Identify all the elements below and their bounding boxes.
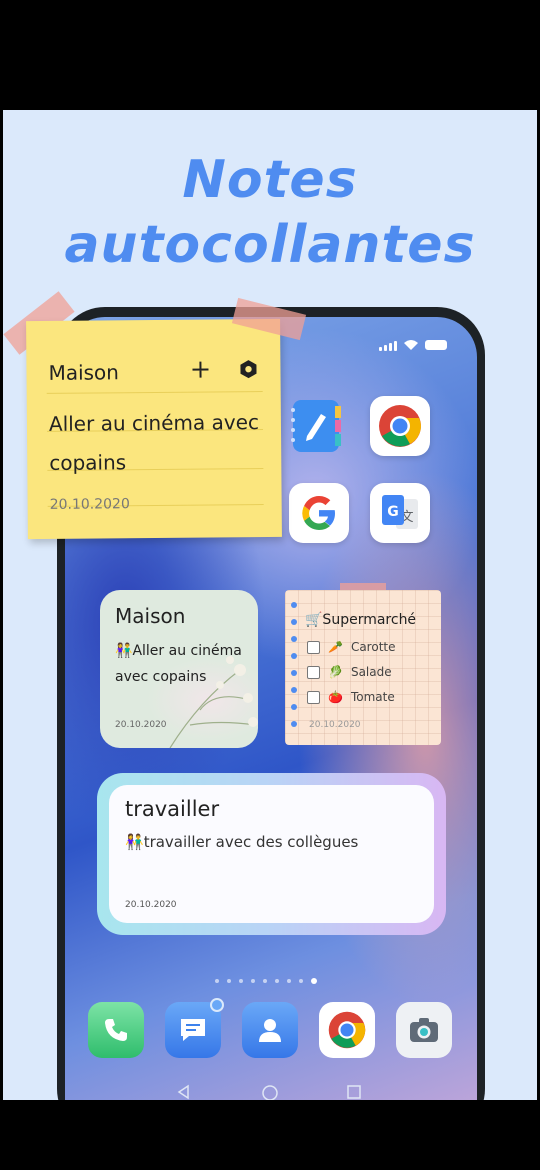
- bottom-bar: [0, 1100, 540, 1170]
- plus-icon[interactable]: [190, 360, 210, 380]
- chrome-icon[interactable]: [370, 396, 430, 456]
- widget-shopping-list[interactable]: 🛒Supermarché 🥕 Carotte 🥬 Salade 🍅 Tomate 20…: [285, 590, 441, 745]
- sticky-body: Aller au cinéma avec copains: [48, 410, 260, 475]
- checkbox[interactable]: [307, 640, 320, 654]
- wifi-icon: [404, 340, 418, 350]
- list-date: 20.10.2020: [309, 720, 361, 730]
- binder-holes: [291, 602, 297, 727]
- notification-badge: [210, 998, 224, 1012]
- widget-travailler-card: travailler 👫travailler avec des collègue…: [109, 785, 434, 923]
- screenshot: Notes autocollantes 文 G Maison Aller au …: [0, 0, 540, 1170]
- back-icon[interactable]: [176, 1084, 192, 1100]
- sticky-date: 20.10.2020: [49, 496, 130, 513]
- sticky-note[interactable]: Maison Aller au cinéma avec copains 20.1…: [26, 318, 282, 540]
- headline-line2: autocollantes: [64, 215, 476, 275]
- phone-icon[interactable]: [88, 1002, 144, 1058]
- contacts-icon[interactable]: [242, 1002, 298, 1058]
- recents-icon[interactable]: [346, 1084, 362, 1100]
- checkbox[interactable]: [307, 665, 320, 679]
- status-bar: [379, 339, 447, 351]
- widget-travailler[interactable]: travailler 👫travailler avec des collègue…: [97, 773, 446, 935]
- list-item[interactable]: 🥬 Salade: [307, 665, 392, 679]
- widget-maison-title: Maison: [115, 604, 186, 628]
- google-icon[interactable]: [289, 483, 349, 543]
- widget-maison[interactable]: Maison 👫Aller au cinéma avec copains 20.…: [100, 590, 258, 748]
- svg-text:G: G: [387, 504, 399, 520]
- checkbox[interactable]: [307, 690, 320, 704]
- widget-maison-body: 👫Aller au cinéma avec copains: [115, 643, 242, 685]
- battery-icon: [425, 340, 447, 350]
- settings-icon[interactable]: [238, 359, 258, 379]
- camera-icon[interactable]: [396, 1002, 452, 1058]
- list-item[interactable]: 🍅 Tomate: [307, 690, 395, 704]
- notes-app-icon[interactable]: [287, 396, 347, 456]
- widget-travailler-date: 20.10.2020: [125, 900, 177, 910]
- google-translate-icon[interactable]: 文 G: [370, 483, 430, 543]
- sticky-title: Maison: [48, 360, 120, 385]
- widget-maison-date: 20.10.2020: [115, 720, 167, 730]
- list-item[interactable]: 🥕 Carotte: [307, 640, 396, 654]
- signal-icon: [379, 341, 397, 351]
- widget-travailler-body: 👫travailler avec des collègues: [125, 833, 359, 851]
- chrome-icon[interactable]: [319, 1002, 375, 1058]
- page-indicator: [215, 978, 317, 984]
- widget-travailler-title: travailler: [125, 797, 220, 821]
- headline-line1: Notes: [182, 150, 358, 210]
- list-title: 🛒Supermarché: [305, 612, 417, 628]
